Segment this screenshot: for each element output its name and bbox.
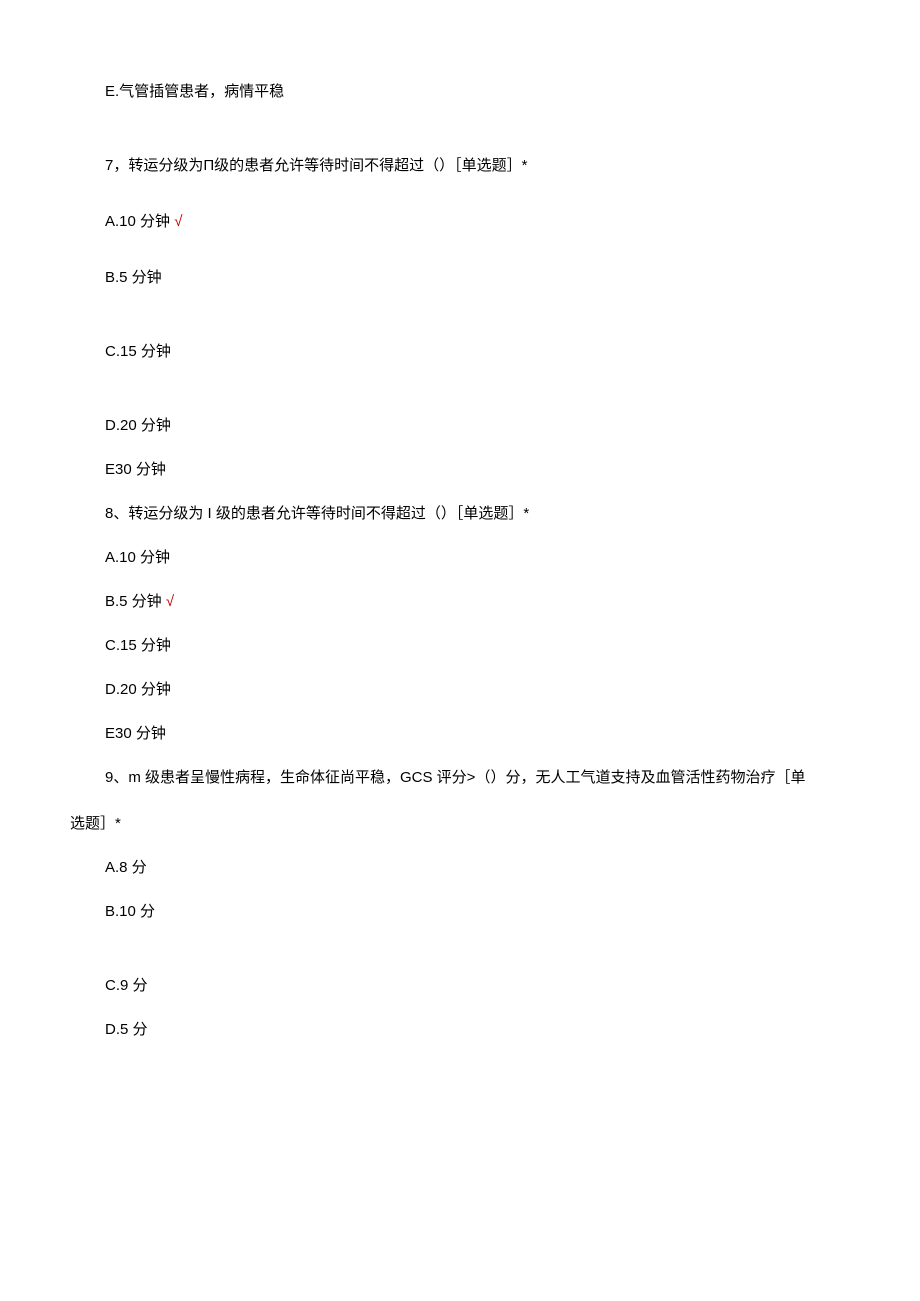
text: E30 分钟	[105, 461, 166, 478]
text: B.5 分钟	[105, 593, 166, 610]
q8-option-e: E30 分钟	[105, 722, 850, 746]
text: 8、转运分级为 I 级的患者允许等待时间不得超过（）［单选题］*	[105, 505, 529, 522]
text: C.9 分	[105, 977, 148, 994]
q8-stem: 8、转运分级为 I 级的患者允许等待时间不得超过（）［单选题］*	[105, 502, 850, 526]
q7-option-c: C.15 分钟	[105, 340, 850, 364]
text: B.5 分钟	[105, 269, 162, 286]
q7-option-d: D.20 分钟	[105, 414, 850, 438]
q8-option-b: B.5 分钟 √	[105, 590, 850, 614]
q9-option-c: C.9 分	[105, 974, 850, 998]
text: A.10 分钟	[105, 213, 174, 230]
text: A.8 分	[105, 859, 147, 876]
text: E30 分钟	[105, 725, 166, 742]
q7-stem: 7，转运分级为Π级的患者允许等待时间不得超过（）［单选题］*	[105, 154, 850, 178]
q9-stem-line2: 选题］*	[70, 812, 850, 836]
q8-option-a: A.10 分钟	[105, 546, 850, 570]
text: 7，转运分级为Π级的患者允许等待时间不得超过（）［单选题］*	[105, 157, 528, 174]
text: 选题］*	[70, 815, 121, 832]
q8-option-c: C.15 分钟	[105, 634, 850, 658]
text: A.10 分钟	[105, 549, 170, 566]
text: C.15 分钟	[105, 637, 171, 654]
check-icon: √	[174, 213, 182, 230]
text: E.气管插管患者，病情平稳	[105, 83, 284, 100]
text: 9、m 级患者呈慢性病程，生命体征尚平稳，GCS 评分>（）分，无人工气道支持及…	[105, 769, 805, 786]
q9-option-b: B.10 分	[105, 900, 850, 924]
q8-option-d: D.20 分钟	[105, 678, 850, 702]
check-icon: √	[166, 593, 174, 610]
q9-option-d: D.5 分	[105, 1018, 850, 1042]
text: C.15 分钟	[105, 343, 171, 360]
q9-stem-line1: 9、m 级患者呈慢性病程，生命体征尚平稳，GCS 评分>（）分，无人工气道支持及…	[105, 766, 850, 790]
text: D.5 分	[105, 1021, 148, 1038]
q7-option-b: B.5 分钟	[105, 266, 850, 290]
q6-option-e: E.气管插管患者，病情平稳	[105, 80, 850, 104]
q9-option-a: A.8 分	[105, 856, 850, 880]
q7-option-e: E30 分钟	[105, 458, 850, 482]
text: B.10 分	[105, 903, 155, 920]
text: D.20 分钟	[105, 681, 171, 698]
q7-option-a: A.10 分钟 √	[105, 210, 850, 234]
text: D.20 分钟	[105, 417, 171, 434]
